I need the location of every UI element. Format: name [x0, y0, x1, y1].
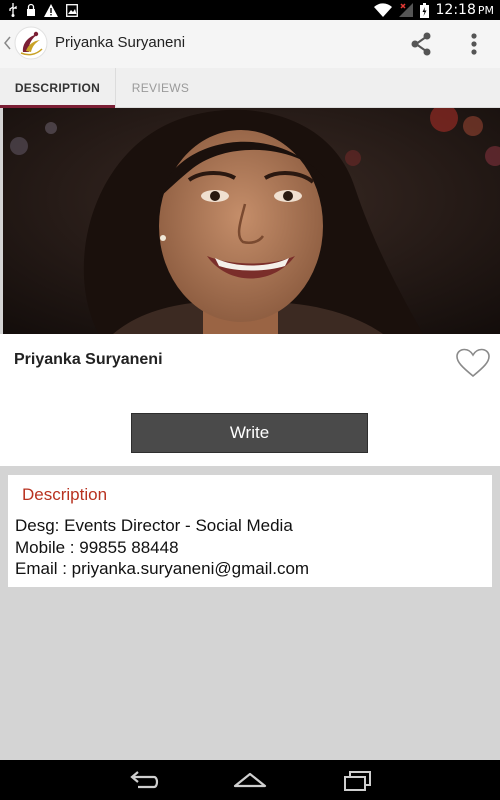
mobile-text: Mobile : 99855 88448: [15, 538, 179, 557]
profile-info-panel: Priyanka Suryaneni Write: [0, 334, 500, 466]
usb-icon: [9, 3, 17, 17]
share-icon: [411, 32, 431, 56]
profile-photo-image: [3, 108, 500, 334]
description-card: Description Desg: Events Director - Soci…: [8, 475, 492, 587]
signal-icon: [398, 3, 413, 17]
tab-reviews-label: REVIEWS: [131, 81, 190, 95]
description-heading: Description: [22, 485, 108, 504]
heart-outline-icon: [456, 348, 490, 378]
recents-icon: [344, 771, 371, 791]
more-vert-icon: [471, 33, 477, 55]
wifi-icon: [373, 3, 392, 17]
profile-name: Priyanka Suryaneni: [14, 351, 163, 368]
share-button[interactable]: [406, 30, 436, 58]
favorite-button[interactable]: [456, 348, 490, 378]
action-bar: Priyanka Suryaneni: [0, 20, 500, 68]
tab-reviews[interactable]: REVIEWS: [115, 68, 205, 108]
warning-icon: [44, 3, 58, 17]
action-bar-title: Priyanka Suryaneni: [55, 34, 186, 51]
status-clock: 12:18 PM: [435, 2, 494, 18]
app-logo: [14, 26, 48, 60]
tab-description-label: DESCRIPTION: [14, 81, 101, 95]
nav-home-button[interactable]: [230, 768, 270, 794]
chevron-left-icon: [4, 36, 11, 50]
status-bar: 12:18 PM: [0, 0, 500, 20]
lock-icon: [27, 3, 35, 16]
email-text: Email : priyanka.suryaneni@gmail.com: [15, 559, 310, 578]
tab-bar: DESCRIPTION REVIEWS: [0, 68, 500, 108]
back-icon: [130, 771, 159, 789]
overflow-menu-button[interactable]: [462, 30, 486, 58]
up-navigation-button[interactable]: [0, 20, 50, 68]
system-navigation-bar: [0, 760, 500, 800]
designation-text: Desg: Events Director - Social Media: [15, 516, 293, 535]
home-icon: [233, 772, 267, 788]
tab-description[interactable]: DESCRIPTION: [0, 68, 115, 108]
nav-back-button[interactable]: [124, 768, 164, 794]
profile-photo: [3, 108, 500, 334]
image-icon: [66, 3, 78, 17]
write-review-button[interactable]: Write: [131, 413, 368, 453]
battery-icon: [419, 2, 429, 18]
nav-recents-button[interactable]: [338, 768, 378, 794]
app-screen: 12:18 PM Priyanka Suryaneni DESCRIPTION …: [0, 0, 500, 800]
